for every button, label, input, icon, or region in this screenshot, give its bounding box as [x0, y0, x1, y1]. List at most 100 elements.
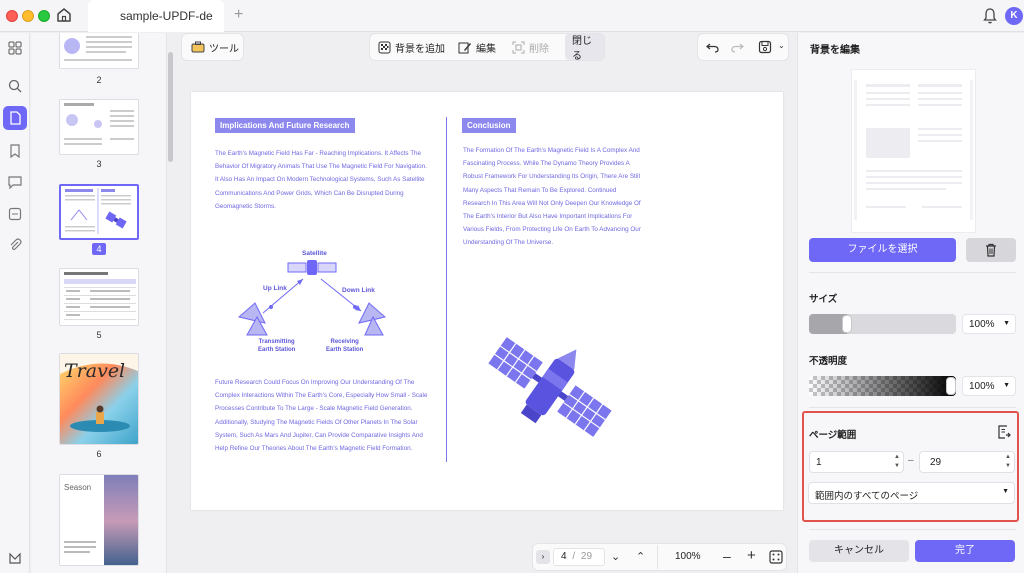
form-icon[interactable] [6, 205, 24, 223]
thumbnail-number: 4 [31, 243, 166, 255]
left-paragraph-1: The Earth's Magnetic Field Has Far - Rea… [215, 150, 427, 210]
previous-page-icon[interactable]: ⌃ [636, 550, 645, 563]
zoom-window-button[interactable] [38, 10, 50, 22]
thumbnail-page-7[interactable]: Season [59, 474, 139, 566]
thumbnail-page-4[interactable] [59, 184, 139, 240]
search-icon[interactable] [6, 77, 24, 95]
range-from-input[interactable]: 1 ▲ ▼ [809, 451, 904, 473]
stepper-icon[interactable]: ▲ ▼ [1005, 453, 1011, 471]
size-label: サイズ [809, 294, 838, 305]
fit-page-icon[interactable] [769, 550, 783, 564]
tools-button[interactable]: ツール [191, 34, 239, 60]
page-number-input[interactable]: 4 / 29 [553, 548, 605, 566]
satellite-diagram [237, 260, 387, 336]
diagram-downlink-label: Down Link [342, 287, 375, 294]
cancel-button[interactable]: キャンセル [809, 540, 909, 562]
diagram-satellite-label: Satellite [302, 250, 327, 257]
size-slider[interactable] [809, 314, 956, 334]
left-paragraph-2: Future Research Could Focus On Improving… [215, 379, 428, 453]
stepper-icon[interactable]: ▲ ▼ [894, 453, 900, 471]
thumbnail-scrollbar[interactable] [168, 52, 173, 162]
chevron-right-icon[interactable]: › [536, 550, 550, 564]
delete-background-button[interactable] [966, 238, 1016, 262]
panel-divider [809, 407, 1016, 408]
comment-icon[interactable] [6, 173, 24, 191]
opacity-percent-select[interactable]: 100% ▼ [962, 376, 1016, 396]
edit-button[interactable]: 編集 [458, 34, 496, 60]
history-toolbar: ⌄ [697, 33, 789, 61]
diagram-uplink-label: Up Link [263, 285, 287, 292]
opacity-slider[interactable] [809, 376, 956, 396]
redo-icon[interactable] [731, 41, 744, 53]
bell-icon[interactable] [982, 7, 998, 25]
page-tool-icon[interactable] [3, 106, 27, 130]
caret-down-icon: ▼ [1003, 320, 1010, 327]
undo-icon[interactable] [706, 41, 719, 53]
thumbnail-number: 3 [96, 159, 102, 169]
new-tab-button[interactable]: + [234, 6, 243, 24]
layers-icon[interactable] [6, 549, 24, 567]
opacity-slider-handle[interactable] [946, 377, 956, 395]
save-icon[interactable] [758, 40, 772, 54]
title-bar: sample-UPDF-de + K [0, 0, 1024, 32]
diagram-receiving-label: Receiving Earth Station [326, 339, 364, 353]
thumbnail-number: 2 [96, 75, 102, 85]
zoom-out-button[interactable]: – [723, 548, 731, 564]
attachment-icon[interactable] [6, 236, 24, 254]
page-navigation-bar: › 4 / 29 ⌄ ⌃ 100% – + [532, 543, 787, 571]
delete-frame-icon [512, 41, 525, 53]
right-paragraph: The Formation Of The Earth's Magnetic Fi… [463, 147, 641, 247]
panel-title: 背景を編集 [810, 45, 860, 56]
close-label: 閉じる [572, 36, 592, 62]
size-slider-handle[interactable] [842, 315, 852, 333]
zoom-in-button[interactable]: + [747, 547, 756, 564]
panel-divider [809, 529, 1016, 530]
bookmark-icon[interactable] [6, 142, 24, 160]
select-file-button[interactable]: ファイルを選択 [809, 238, 956, 262]
thumbnail-panel: 2 3 4 5 Travel 6 Season [31, 33, 167, 573]
caret-down-icon: ▼ [1002, 488, 1009, 495]
thumbnail-page-3[interactable] [59, 99, 139, 155]
background-toolbar: 背景を追加 編集 削除 閉じる [369, 33, 605, 62]
close-button[interactable]: 閉じる [565, 34, 604, 62]
size-percent-select[interactable]: 100% ▼ [962, 314, 1016, 334]
trash-icon [986, 243, 996, 257]
edit-icon [458, 42, 471, 53]
chevron-down-icon[interactable]: ⌄ [778, 41, 785, 50]
add-background-button[interactable]: 背景を追加 [378, 34, 445, 60]
page-range-option-icon[interactable] [997, 425, 1011, 439]
delete-label: 削除 [529, 43, 549, 55]
left-tool-rail [0, 33, 30, 573]
opacity-label: 不透明度 [809, 356, 848, 367]
pattern-icon [378, 41, 391, 53]
thumbnail-number: 6 [96, 449, 102, 459]
toolbox-icon [191, 41, 205, 53]
range-dash: – [908, 455, 914, 466]
tools-group: ツール [181, 33, 244, 61]
done-button[interactable]: 完了 [915, 540, 1015, 562]
tools-label: ツール [209, 43, 239, 55]
page-subset-select[interactable]: 範囲内のすべてのページ ▼ [808, 482, 1015, 504]
right-section-heading: Conclusion [462, 118, 516, 133]
document-tab[interactable]: sample-UPDF-de [88, 0, 224, 32]
minimize-window-button[interactable] [22, 10, 34, 22]
close-window-button[interactable] [6, 10, 18, 22]
delete-button[interactable]: 削除 [512, 34, 549, 60]
next-page-icon[interactable]: ⌄ [611, 550, 620, 563]
thumbnail-travel-title: Travel [64, 360, 126, 382]
document-tab-title: sample-UPDF-de [120, 9, 213, 23]
nav-divider [657, 545, 658, 569]
background-preview [851, 69, 976, 233]
left-section-heading: Implications And Future Research [215, 118, 355, 133]
range-to-input[interactable]: 29 ▲ ▼ [919, 451, 1015, 473]
zoom-level[interactable]: 100% [675, 551, 701, 562]
thumbnail-page-5[interactable] [59, 268, 139, 326]
home-icon[interactable] [55, 6, 73, 24]
thumbnail-page-6[interactable]: Travel [59, 353, 139, 445]
thumbnails-grid-icon[interactable] [6, 39, 24, 57]
thumbnail-page-2[interactable] [59, 33, 139, 69]
avatar[interactable]: K [1005, 7, 1023, 25]
caret-down-icon: ▼ [1003, 382, 1010, 389]
thumbnail-number: 5 [96, 330, 102, 340]
panel-divider [809, 272, 1016, 273]
